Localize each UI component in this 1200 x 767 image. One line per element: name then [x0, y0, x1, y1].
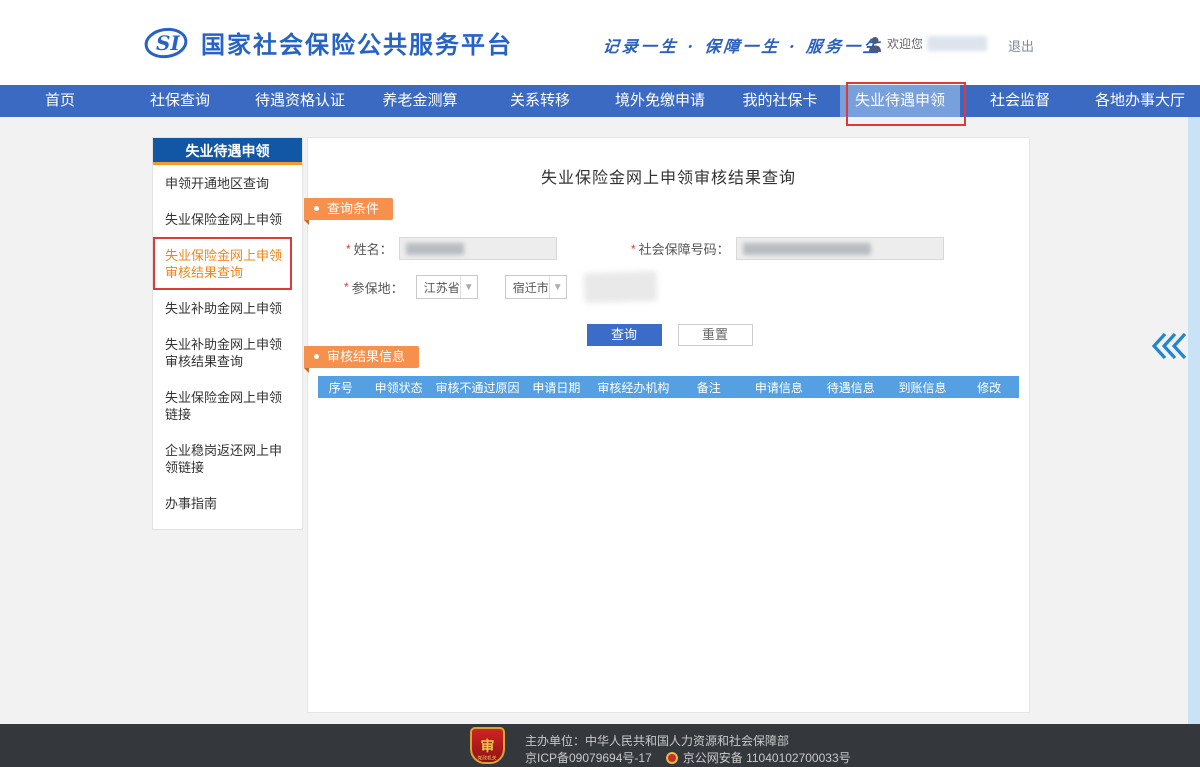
name-value-redacted [406, 243, 464, 255]
required-marker: * [631, 242, 636, 256]
page: SI 国家社会保险公共服务平台 记录一生 · 保障一生 · 服务一生 欢迎您 退… [0, 0, 1200, 767]
location-field-group: * 参保地： 江苏省 ▼ 宿迁市 ▼ [344, 272, 657, 302]
name-input[interactable] [399, 237, 557, 260]
sidebar-item-enterprise-refund-link[interactable]: 企业稳岗返还网上申领链接 [153, 432, 302, 485]
page-title: 失业保险金网上申领审核结果查询 [308, 164, 1029, 188]
section-label-result: 审核结果信息 [304, 346, 419, 368]
logout-button[interactable]: 退出 [1008, 36, 1034, 55]
svg-text:SI: SI [156, 31, 180, 55]
username-redacted [927, 36, 987, 51]
nav-item-pension-calc[interactable]: 养老金测算 [360, 85, 480, 117]
footer-organizer: 主办单位：中华人民共和国人力资源和社会保障部 [525, 732, 789, 749]
sidebar-item-subsidy-result-query[interactable]: 失业补助金网上申领审核结果查询 [153, 326, 302, 379]
right-side-strip [1188, 117, 1200, 724]
ssn-field-group: * 社会保障号码： [631, 237, 944, 260]
main-panel: 失业保险金网上申领审核结果查询 查询条件 * 姓名： * 社会保障号码： * 参… [307, 137, 1030, 713]
name-label: 姓名： [354, 239, 393, 258]
chevron-down-icon: ▼ [549, 276, 566, 298]
welcome-label: 欢迎您 [887, 35, 923, 52]
city-value: 宿迁市 [513, 279, 549, 296]
col-status: 申领状态 [364, 379, 434, 396]
badge-emblem-icon: 审 [481, 739, 495, 753]
city-select[interactable]: 宿迁市 ▼ [505, 275, 567, 299]
sidebar-item-apply-link[interactable]: 失业保险金网上申领链接 [153, 379, 302, 432]
col-agency: 审核经办机构 [591, 379, 675, 396]
nav-item-transfer[interactable]: 关系转移 [480, 85, 600, 117]
main-nav: 首页 社保查询 待遇资格认证 养老金测算 关系转移 境外免缴申请 我的社保卡 失… [0, 85, 1200, 117]
province-select[interactable]: 江苏省 ▼ [416, 275, 478, 299]
nav-item-home[interactable]: 首页 [0, 85, 120, 117]
nav-item-local-halls[interactable]: 各地办事大厅 [1080, 85, 1200, 117]
collapse-chevrons-icon[interactable] [1150, 330, 1188, 367]
location-label: 参保地： [352, 278, 404, 297]
logo[interactable]: SI 国家社会保险公共服务平台 [143, 25, 513, 60]
required-marker: * [346, 242, 351, 256]
slogan: 记录一生 · 保障一生 · 服务一生 [602, 33, 884, 57]
ssn-label: 社会保障号码： [639, 239, 730, 258]
header: SI 国家社会保险公共服务平台 记录一生 · 保障一生 · 服务一生 欢迎您 退… [0, 0, 1200, 85]
col-serial: 序号 [318, 379, 364, 396]
nav-item-supervision[interactable]: 社会监督 [960, 85, 1080, 117]
ssn-value-redacted [743, 243, 871, 255]
sidebar-item-insurance-result-query[interactable]: 失业保险金网上申领审核结果查询 [153, 237, 292, 290]
section-label-query: 查询条件 [304, 198, 393, 220]
col-reject-reason: 审核不通过原因 [434, 379, 522, 396]
user-info: 欢迎您 [868, 35, 987, 52]
button-row: 查询 重置 [308, 324, 1031, 346]
chevron-down-icon: ▼ [460, 276, 477, 298]
results-table-header: 序号 申领状态 审核不通过原因 申请日期 审核经办机构 备注 申请信息 待遇信息… [318, 376, 1019, 398]
police-number[interactable]: 京公网安备 11040102700033号 [683, 749, 851, 766]
logo-si-icon: SI [143, 26, 189, 60]
required-marker: * [344, 280, 349, 294]
user-icon [868, 36, 882, 52]
icp-number[interactable]: 京ICP备09079694号-17 [525, 749, 652, 766]
col-remark: 备注 [675, 379, 742, 396]
ssn-input[interactable] [736, 237, 944, 260]
sidebar: 失业待遇申领 申领开通地区查询 失业保险金网上申领 失业保险金网上申领审核结果查… [152, 137, 303, 530]
badge-text: 党政机关 [478, 754, 497, 761]
query-button[interactable]: 查询 [587, 324, 662, 346]
footer-records: 京ICP备09079694号-17 京公网安备 11040102700033号 [525, 749, 851, 766]
nav-item-overseas[interactable]: 境外免缴申请 [600, 85, 720, 117]
sidebar-item-guide[interactable]: 办事指南 [153, 485, 302, 521]
sidebar-item-subsidy-apply[interactable]: 失业补助金网上申领 [153, 290, 302, 326]
province-value: 江苏省 [424, 279, 460, 296]
nav-item-qualification[interactable]: 待遇资格认证 [240, 85, 360, 117]
col-apply-date: 申请日期 [521, 379, 591, 396]
col-payment-info: 到账信息 [886, 379, 960, 396]
reset-button[interactable]: 重置 [678, 324, 753, 346]
government-badge-icon: 审 党政机关 [470, 727, 505, 764]
sidebar-title: 失业待遇申领 [153, 138, 302, 165]
nav-item-shebao-query[interactable]: 社保查询 [120, 85, 240, 117]
nav-item-social-card[interactable]: 我的社保卡 [720, 85, 840, 117]
sidebar-item-region-query[interactable]: 申领开通地区查询 [153, 165, 302, 201]
footer: 审 党政机关 主办单位：中华人民共和国人力资源和社会保障部 京ICP备09079… [0, 724, 1200, 767]
nav-item-unemployment-benefit[interactable]: 失业待遇申领 [840, 85, 960, 117]
col-modify: 修改 [959, 379, 1019, 396]
name-field-group: * 姓名： [346, 237, 557, 260]
district-area-redacted [583, 271, 657, 304]
police-badge-icon [666, 752, 678, 764]
col-benefit-info: 待遇信息 [816, 379, 886, 396]
site-title: 国家社会保险公共服务平台 [201, 25, 513, 60]
col-apply-info: 申请信息 [742, 379, 816, 396]
sidebar-item-insurance-apply[interactable]: 失业保险金网上申领 [153, 201, 302, 237]
